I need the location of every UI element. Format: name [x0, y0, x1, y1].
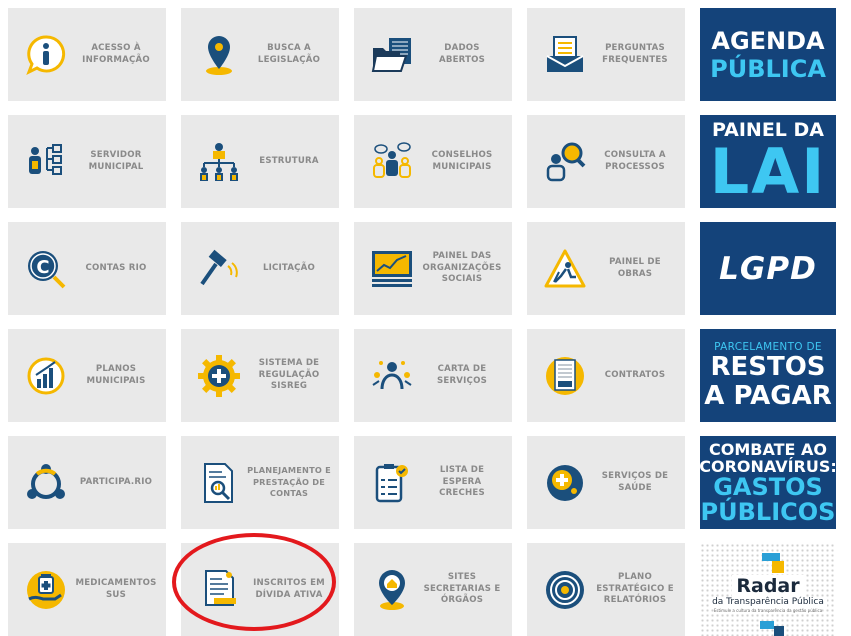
- tile-contas-rio[interactable]: C CONTAS RIO: [8, 222, 166, 315]
- tile-label: PLANO ESTRATÉGICO E RELATÓRIOS: [596, 572, 674, 606]
- debt-document-icon: [193, 564, 245, 616]
- tile-estrutura[interactable]: ESTRUTURA: [181, 115, 339, 208]
- tile-medicamentos-sus[interactable]: MEDICAMENTOS SUS: [8, 543, 166, 636]
- banner-line: GASTOS: [713, 472, 823, 501]
- tile-painel-organizacoes-sociais[interactable]: PAINEL DAS ORGANIZAÇÕES SOCIAIS: [354, 222, 512, 315]
- banner-line: RESTOS: [710, 351, 826, 382]
- banner-line: PÚBLICOS: [700, 497, 836, 526]
- people-circle-icon: [20, 457, 72, 509]
- tile-sisreg[interactable]: SISTEMA DE REGULAÇÃO SISREG: [181, 329, 339, 422]
- radar-logo-mark: [760, 621, 774, 629]
- dashboard-chart-icon: [366, 243, 418, 295]
- tile-servidor-municipal[interactable]: SERVIDOR MUNICIPAL: [8, 115, 166, 208]
- tile-label: PLANEJAMENTO E PRESTAÇÃO DE CONTAS: [247, 465, 331, 499]
- tile-label: BUSCA A LEGISLAÇÃO: [257, 43, 321, 65]
- banner-agenda-publica[interactable]: AGENDA PÚBLICA: [700, 8, 836, 101]
- gavel-icon: [193, 243, 245, 295]
- tile-label: SERVIDOR MUNICIPAL: [88, 150, 144, 172]
- banner-line: AGENDA: [711, 26, 825, 55]
- banner-lgpd[interactable]: LGPD: [700, 222, 836, 315]
- document-magnifier-icon: [193, 457, 245, 509]
- construction-sign-icon: [539, 243, 591, 295]
- health-cross-icon: [539, 457, 591, 509]
- banner-line: PARCELAMENTO DE: [714, 340, 822, 353]
- tile-label: LISTA DE ESPERA CRECHES: [439, 465, 485, 499]
- contract-document-icon: [539, 350, 591, 402]
- copyright-magnifier-icon: C: [20, 243, 72, 295]
- documents-tray-icon: [539, 29, 591, 81]
- medicine-hand-icon: [20, 564, 72, 616]
- tile-carta-de-servicos[interactable]: CARTA DE SERVIÇOS: [354, 329, 512, 422]
- tile-label: MEDICAMENTOS SUS: [75, 578, 157, 600]
- gear-plus-icon: [193, 350, 245, 402]
- map-pin-icon: [193, 29, 245, 81]
- tile-label: ESTRUTURA: [259, 155, 319, 166]
- radar-logo-mark: [762, 553, 780, 561]
- bar-chart-circle-icon: [20, 350, 72, 402]
- tile-servicos-de-saude[interactable]: SERVIÇOS DE SAÚDE: [527, 436, 685, 529]
- tile-conselhos-municipais[interactable]: CONSELHOS MUNICIPAIS: [354, 115, 512, 208]
- home-pin-icon: [366, 564, 418, 616]
- tile-inscritos-divida-ativa[interactable]: INSCRITOS EM DÍVIDA ATIVA: [181, 543, 339, 636]
- tile-label: SERVIÇOS DE SAÚDE: [601, 471, 669, 493]
- org-tree-icon: [20, 136, 72, 188]
- tile-label: SISTEMA DE REGULAÇÃO SISREG: [258, 358, 320, 392]
- tile-licitacao[interactable]: LICITAÇÃO: [181, 222, 339, 315]
- info-speech-bubble-icon: [20, 29, 72, 81]
- tile-label: CONTAS RIO: [85, 262, 147, 273]
- tile-participa-rio[interactable]: PARTICIPA.RIO: [8, 436, 166, 529]
- transparency-portal-grid: ACESSO À INFORMAÇÃO BUSCA A LEGISLAÇÃO D…: [8, 8, 836, 636]
- tile-label: CONSELHOS MUNICIPAIS: [431, 150, 493, 172]
- radar-logo-mark: [774, 626, 784, 636]
- tile-label: PAINEL DE OBRAS: [609, 257, 661, 279]
- tile-contratos[interactable]: CONTRATOS: [527, 329, 685, 422]
- tile-consulta-processos[interactable]: CONSULTA A PROCESSOS: [527, 115, 685, 208]
- banner-combate-coronavirus[interactable]: COMBATE AO CORONAVÍRUS: GASTOS PÚBLICOS: [700, 436, 836, 529]
- tile-dados-abertos[interactable]: DADOS ABERTOS: [354, 8, 512, 101]
- tile-perguntas-frequentes[interactable]: PERGUNTAS FREQUENTES: [527, 8, 685, 101]
- hierarchy-icon: [193, 136, 245, 188]
- people-chat-icon: [366, 136, 418, 188]
- open-folder-icon: [366, 29, 418, 81]
- tile-sites-secretarias[interactable]: SITES SECRETARIAS E ÓRGÃOS: [354, 543, 512, 636]
- tile-label: PARTICIPA.RIO: [79, 476, 153, 487]
- tile-lista-espera-creches[interactable]: LISTA DE ESPERA CRECHES: [354, 436, 512, 529]
- radar-logo-mark: [772, 561, 784, 573]
- banner-line: CORONAVÍRUS:: [700, 456, 836, 476]
- banner-line: COMBATE AO: [709, 439, 827, 459]
- tile-label: LICITAÇÃO: [262, 262, 316, 273]
- person-stars-icon: [366, 350, 418, 402]
- tile-label: SITES SECRETARIAS E ÓRGÃOS: [423, 572, 501, 606]
- banner-radar-transparencia[interactable]: Radar da Transparência Pública Estimule …: [700, 543, 836, 636]
- tile-label: PLANOS MUNICIPAIS: [86, 364, 146, 386]
- tile-label: CARTA DE SERVIÇOS: [437, 364, 487, 386]
- banner-restos-a-pagar[interactable]: PARCELAMENTO DE RESTOS A PAGAR: [700, 329, 836, 422]
- tile-label: PAINEL DAS ORGANIZAÇÕES SOCIAIS: [422, 251, 502, 285]
- radar-title: Radar: [732, 574, 804, 597]
- tile-plano-estrategico[interactable]: PLANO ESTRATÉGICO E RELATÓRIOS: [527, 543, 685, 636]
- person-magnifier-icon: [539, 136, 591, 188]
- tile-planos-municipais[interactable]: PLANOS MUNICIPAIS: [8, 329, 166, 422]
- checklist-icon: [366, 457, 418, 509]
- svg-text:C: C: [36, 257, 49, 278]
- banner-line: A PAGAR: [704, 380, 832, 411]
- banner-line: LAI: [709, 135, 827, 208]
- tile-label: CONTRATOS: [604, 369, 666, 380]
- tile-acesso-informacao[interactable]: ACESSO À INFORMAÇÃO: [8, 8, 166, 101]
- radar-subtitle: da Transparência Pública: [709, 596, 827, 607]
- tile-label: CONSULTA A PROCESSOS: [604, 150, 666, 172]
- target-icon: [539, 564, 591, 616]
- tile-planejamento-prestacao-contas[interactable]: PLANEJAMENTO E PRESTAÇÃO DE CONTAS: [181, 436, 339, 529]
- banner-painel-da-lai[interactable]: PAINEL DA LAI: [700, 115, 836, 208]
- tile-painel-de-obras[interactable]: PAINEL DE OBRAS: [527, 222, 685, 315]
- banner-line: PÚBLICA: [710, 54, 826, 83]
- tile-label: PERGUNTAS FREQUENTES: [602, 43, 668, 65]
- tile-busca-legislacao[interactable]: BUSCA A LEGISLAÇÃO: [181, 8, 339, 101]
- banner-line: LGPD: [719, 250, 817, 287]
- radar-tagline: Estimule a cultura da transparência da g…: [713, 607, 823, 613]
- tile-label: ACESSO À INFORMAÇÃO: [82, 43, 150, 65]
- tile-label: DADOS ABERTOS: [438, 43, 486, 65]
- tile-label: INSCRITOS EM DÍVIDA ATIVA: [253, 578, 325, 600]
